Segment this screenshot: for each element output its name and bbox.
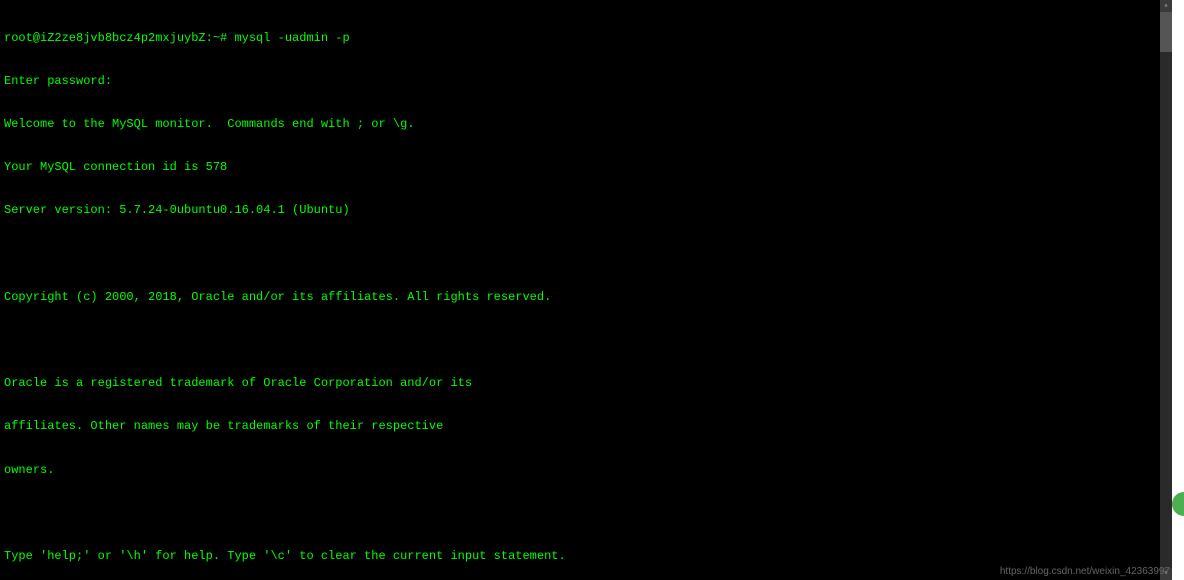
- trademark-line-1: Oracle is a registered trademark of Orac…: [4, 376, 1168, 390]
- server-version-line: Server version: 5.7.24-0ubuntu0.16.04.1 …: [4, 203, 1168, 217]
- terminal-scrollbar[interactable]: ▴ ▾: [1160, 0, 1172, 580]
- scroll-up-arrow-icon[interactable]: ▴: [1160, 0, 1172, 12]
- terminal-window[interactable]: root@iZ2ze8jvb8bcz4p2mxjuybZ:~# mysql -u…: [0, 0, 1172, 580]
- enter-password-line: Enter password:: [4, 74, 1168, 88]
- connection-id-line: Your MySQL connection id is 578: [4, 160, 1168, 174]
- copyright-line: Copyright (c) 2000, 2018, Oracle and/or …: [4, 290, 1168, 304]
- blank-line: [4, 333, 1168, 347]
- trademark-line-3: owners.: [4, 463, 1168, 477]
- trademark-line-2: affiliates. Other names may be trademark…: [4, 419, 1168, 433]
- shell-prompt-line: root@iZ2ze8jvb8bcz4p2mxjuybZ:~# mysql -u…: [4, 31, 1168, 45]
- scroll-thumb[interactable]: [1160, 12, 1172, 52]
- blank-line: [4, 506, 1168, 520]
- side-badge-icon[interactable]: [1172, 492, 1184, 516]
- watermark-text: https://blog.csdn.net/weixin_42363997: [1000, 566, 1170, 578]
- blank-line: [4, 247, 1168, 261]
- help-line: Type 'help;' or '\h' for help. Type '\c'…: [4, 549, 1168, 563]
- welcome-line: Welcome to the MySQL monitor. Commands e…: [4, 117, 1168, 131]
